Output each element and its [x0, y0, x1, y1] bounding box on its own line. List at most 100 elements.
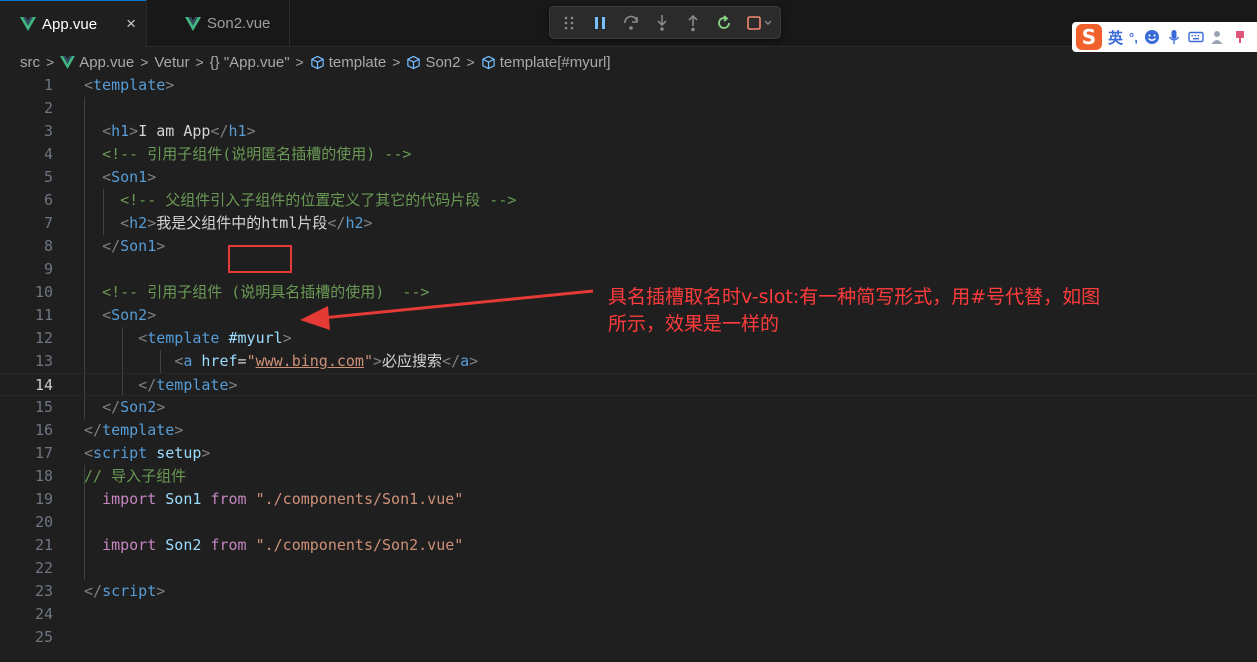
line-number: 7	[43, 214, 53, 232]
code-token: h2	[129, 214, 148, 232]
user-icon[interactable]	[1210, 29, 1226, 45]
code-line[interactable]: 15 </Son2>	[0, 396, 1257, 419]
vue-file-icon	[60, 55, 76, 69]
code-token: Son1	[165, 490, 202, 508]
code-token: >	[201, 444, 211, 462]
code-token: >	[246, 122, 256, 140]
code-line[interactable]: 6 <!-- 父组件引入子组件的位置定义了其它的代码片段 -->	[0, 189, 1257, 212]
keyboard-icon[interactable]	[1188, 29, 1204, 45]
code-editor[interactable]: 1 <template> 2 3 <h1>I am App</h1> 4 <!-- 引用…	[0, 74, 1257, 662]
ime-language[interactable]: 英	[1108, 27, 1123, 48]
line-number: 17	[34, 444, 53, 462]
code-token: I am App	[138, 122, 211, 140]
breadcrumb-slot[interactable]: template[#myurl]	[500, 54, 611, 71]
code-line[interactable]: 25	[0, 626, 1257, 649]
code-text: <a href="www.bing.com">必应搜索</a>	[84, 350, 478, 373]
code-token: >	[129, 122, 139, 140]
tab-son2-vue[interactable]: Son2.vue	[146, 0, 290, 47]
code-line[interactable]: 13 <a href="www.bing.com">必应搜索</a>	[0, 350, 1257, 373]
line-number: 25	[34, 628, 53, 646]
code-line[interactable]: 1 <template>	[0, 74, 1257, 97]
code-line[interactable]: 17 <script setup>	[0, 442, 1257, 465]
code-token: >	[363, 214, 373, 232]
code-text: <!-- 引用子组件 (说明具名插槽的使用) -->	[84, 281, 429, 304]
line-number: 16	[34, 421, 53, 439]
code-line[interactable]: 5 <Son1>	[0, 166, 1257, 189]
code-token: #myurl	[228, 329, 283, 347]
breadcrumb-module[interactable]: {} "App.vue"	[210, 54, 290, 71]
ime-toolbar: S 英 °,	[1072, 22, 1257, 52]
code-token: <	[84, 444, 94, 462]
code-line[interactable]: 18 // 导入子组件	[0, 465, 1257, 488]
microphone-icon[interactable]	[1166, 29, 1182, 45]
code-text: <!-- 引用子组件(说明匿名插槽的使用) -->	[84, 143, 411, 166]
line-number: 3	[43, 122, 53, 140]
code-token: Son2	[165, 536, 202, 554]
code-token: >	[469, 352, 479, 370]
vue-file-icon	[20, 17, 36, 31]
step-out-icon[interactable]	[684, 14, 702, 32]
breadcrumb-src[interactable]: src	[20, 54, 40, 71]
code-token: Son2	[111, 306, 148, 324]
code-line[interactable]: 21 import Son2 from "./components/Son2.v…	[0, 534, 1257, 557]
code-token: </	[84, 582, 103, 600]
sogou-logo[interactable]: S	[1076, 24, 1102, 50]
step-into-icon[interactable]	[653, 14, 671, 32]
code-line[interactable]: 16 </template>	[0, 419, 1257, 442]
step-over-icon[interactable]	[622, 14, 640, 32]
line-number: 9	[43, 260, 53, 278]
code-line[interactable]: 19 import Son1 from "./components/Son1.v…	[0, 488, 1257, 511]
code-token: template	[93, 76, 166, 94]
drag-handle-icon[interactable]	[560, 14, 578, 32]
tab-label: Son2.vue	[207, 15, 271, 32]
line-number: 1	[43, 76, 53, 94]
breadcrumb-file[interactable]: App.vue	[79, 54, 134, 71]
code-token: a	[460, 352, 470, 370]
highlight-box	[228, 245, 292, 273]
line-number: 11	[34, 306, 53, 324]
code-line[interactable]: 14 </template>	[0, 373, 1257, 396]
code-token: <	[102, 168, 112, 186]
chevron-right-icon: >	[195, 54, 204, 70]
code-line[interactable]: 3 <h1>I am App</h1>	[0, 120, 1257, 143]
code-line[interactable]: 20	[0, 511, 1257, 534]
code-line[interactable]: 24	[0, 603, 1257, 626]
close-icon[interactable]: ×	[126, 14, 136, 34]
breadcrumb-vetur[interactable]: Vetur	[154, 54, 189, 71]
code-line[interactable]: 7 <h2>我是父组件中的html片段</h2>	[0, 212, 1257, 235]
ime-punctuation[interactable]: °,	[1129, 30, 1138, 45]
skin-icon[interactable]	[1232, 29, 1248, 45]
code-token: // 导入子组件	[84, 467, 187, 485]
code-line[interactable]: 22	[0, 557, 1257, 580]
breadcrumb-son2[interactable]: Son2	[425, 54, 460, 71]
stop-icon[interactable]	[746, 14, 776, 32]
code-token: Son2	[120, 398, 157, 416]
pause-icon[interactable]	[591, 14, 609, 32]
code-token: "	[246, 352, 256, 370]
emoji-icon[interactable]	[1144, 29, 1160, 45]
code-text: </script>	[84, 580, 165, 603]
code-line[interactable]: 23 </script>	[0, 580, 1257, 603]
code-text: <!-- 父组件引入子组件的位置定义了其它的代码片段 -->	[84, 189, 516, 212]
code-line[interactable]: 2	[0, 97, 1257, 120]
tab-app-vue[interactable]: App.vue ×	[0, 0, 146, 47]
code-text: import Son1 from "./components/Son1.vue"	[84, 488, 463, 511]
code-token: =	[237, 352, 247, 370]
line-number: 14	[34, 376, 53, 394]
code-text: <Son2>	[84, 304, 156, 327]
breadcrumb-template[interactable]: template	[329, 54, 387, 71]
debug-toolbar	[549, 6, 781, 39]
line-number: 2	[43, 99, 53, 117]
code-token: </	[442, 352, 461, 370]
code-line[interactable]: 8 </Son1>	[0, 235, 1257, 258]
line-number: 10	[34, 283, 53, 301]
code-line[interactable]: 9	[0, 258, 1257, 281]
restart-icon[interactable]	[715, 14, 733, 32]
annotation-text: 具名插槽取名时v-slot:有一种简写形式，用#号代替，如图所示，效果是一样的	[608, 286, 1101, 335]
code-line[interactable]: 4 <!-- 引用子组件(说明匿名插槽的使用) -->	[0, 143, 1257, 166]
